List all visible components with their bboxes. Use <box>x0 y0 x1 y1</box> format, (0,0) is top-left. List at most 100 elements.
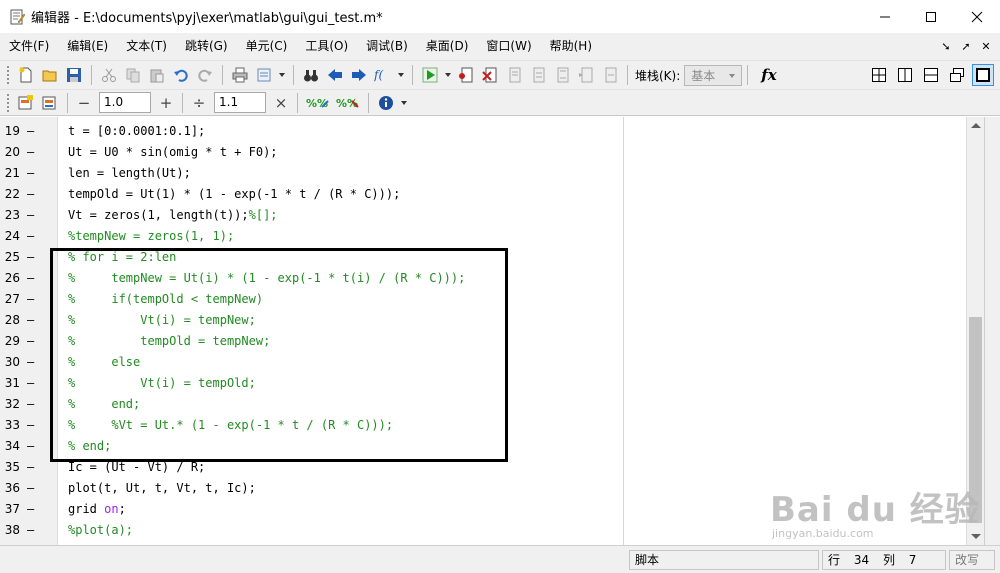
split-vertical-icon <box>898 68 912 82</box>
breakpoint-marker[interactable]: – <box>27 499 34 520</box>
clear-breakpoint-icon <box>482 67 497 83</box>
exit-debug-button[interactable] <box>600 65 620 85</box>
minus-icon[interactable]: − <box>75 94 93 112</box>
menu-tools[interactable]: 工具(O) <box>296 33 357 60</box>
save-button[interactable] <box>64 65 84 85</box>
toolbar-separator <box>368 92 369 113</box>
line-number: 26 <box>4 271 20 285</box>
go-back-button[interactable] <box>325 65 345 85</box>
comment-button[interactable]: %% <box>305 93 331 113</box>
step-in-button[interactable] <box>528 65 548 85</box>
go-forward-button[interactable] <box>349 65 369 85</box>
breakpoint-marker[interactable]: – <box>27 394 34 415</box>
breakpoint-marker[interactable]: – <box>27 226 34 247</box>
function-button[interactable]: f( <box>373 65 393 85</box>
multiply-icon[interactable]: × <box>272 94 290 112</box>
code-text: tempOld = Ut(1) * (1 - exp(-1 * t / (R *… <box>68 184 400 205</box>
code-line[interactable]: 24– %tempNew = zeros(1, 1); <box>0 226 966 247</box>
menu-help[interactable]: 帮助(H) <box>541 33 601 60</box>
evaluate-cell-button[interactable] <box>40 93 60 113</box>
set-breakpoint-button[interactable] <box>456 65 476 85</box>
toolbar-grip[interactable] <box>6 65 10 85</box>
chevron-down-icon[interactable] <box>279 73 285 77</box>
breakpoint-marker[interactable]: – <box>27 289 34 310</box>
chevron-down-icon[interactable] <box>398 73 404 77</box>
redo-button[interactable] <box>195 65 215 85</box>
split-horizontal-button[interactable] <box>920 64 942 86</box>
find-button[interactable] <box>301 65 321 85</box>
clear-breakpoints-button[interactable] <box>480 65 500 85</box>
code-editor[interactable]: 19– t = [0:0.0001:0.1]; 20– Ut = U0 * sin(o… <box>0 117 966 545</box>
dock-arrow-icon[interactable]: ➘ <box>936 40 956 53</box>
find-files-button[interactable] <box>254 65 274 85</box>
open-folder-button[interactable] <box>40 65 60 85</box>
menu-desktop[interactable]: 桌面(D) <box>417 33 478 60</box>
menu-debug[interactable]: 调试(B) <box>357 33 417 60</box>
close-button[interactable] <box>954 0 1000 33</box>
cut-button[interactable] <box>99 65 119 85</box>
uncomment-button[interactable]: %% <box>335 93 361 113</box>
minimize-button[interactable] <box>862 0 908 33</box>
menu-cell[interactable]: 单元(C) <box>237 33 297 60</box>
help-info-button[interactable] <box>376 93 396 113</box>
breakpoint-marker[interactable]: – <box>27 205 34 226</box>
breakpoint-marker[interactable]: – <box>27 436 34 457</box>
breakpoint-marker[interactable]: – <box>27 163 34 184</box>
percent-uncomment-icon: %% <box>336 97 359 110</box>
breakpoint-marker[interactable]: – <box>27 184 34 205</box>
code-line[interactable]: 22– tempOld = Ut(1) * (1 - exp(-1 * t / (… <box>0 184 966 205</box>
breakpoint-marker[interactable]: – <box>27 520 34 541</box>
menu-close-icon[interactable]: ✕ <box>976 40 996 53</box>
menu-edit[interactable]: 编辑(E) <box>58 33 117 60</box>
divide-icon[interactable]: ÷ <box>190 94 208 112</box>
fx-button[interactable]: fx <box>761 66 776 84</box>
run-button[interactable] <box>420 65 440 85</box>
chevron-down-icon[interactable] <box>401 100 407 105</box>
code-line[interactable]: 19– t = [0:0.0001:0.1]; <box>0 121 966 142</box>
insert-cell-button[interactable] <box>16 93 36 113</box>
new-file-button[interactable] <box>16 65 36 85</box>
breakpoint-marker[interactable]: – <box>27 331 34 352</box>
code-line[interactable]: 23– Vt = zeros(1, length(t));%[]; <box>0 205 966 226</box>
split-vertical-button[interactable] <box>894 64 916 86</box>
breakpoint-marker[interactable]: – <box>27 268 34 289</box>
continue-button[interactable] <box>576 65 596 85</box>
menu-text[interactable]: 文本(T) <box>117 33 176 60</box>
breakpoint-marker[interactable]: – <box>27 457 34 478</box>
code-line[interactable]: 21– len = length(Ut); <box>0 163 966 184</box>
maximize-button[interactable] <box>908 0 954 33</box>
step-button[interactable] <box>504 65 524 85</box>
code-line[interactable]: 20– Ut = U0 * sin(omig * t + F0); <box>0 142 966 163</box>
float-layout-button[interactable] <box>946 64 968 86</box>
stack-select[interactable]: 基本 <box>684 64 743 86</box>
vertical-scrollbar[interactable] <box>966 117 984 545</box>
paste-button[interactable] <box>147 65 167 85</box>
menu-window[interactable]: 窗口(W) <box>477 33 540 60</box>
undock-arrow-icon[interactable]: ➚ <box>956 40 976 53</box>
plus-icon[interactable]: + <box>157 94 175 112</box>
step-icon <box>509 67 521 83</box>
step-out-button[interactable] <box>552 65 572 85</box>
breakpoint-marker[interactable]: – <box>27 121 34 142</box>
decrement-value-input[interactable]: 1.0 <box>99 92 151 113</box>
copy-button[interactable] <box>123 65 143 85</box>
breakpoint-marker[interactable]: – <box>27 352 34 373</box>
menu-file[interactable]: 文件(F) <box>0 33 58 60</box>
printer-icon <box>232 67 248 83</box>
scroll-up-icon[interactable] <box>971 123 981 128</box>
breakpoint-marker[interactable]: – <box>27 478 34 499</box>
breakpoint-marker[interactable]: – <box>27 142 34 163</box>
breakpoint-marker[interactable]: – <box>27 415 34 436</box>
print-button[interactable] <box>230 65 250 85</box>
undo-button[interactable] <box>171 65 191 85</box>
toolbar-grip[interactable] <box>6 92 10 113</box>
code-statement: t = [0:0.0001:0.1]; <box>68 124 206 138</box>
chevron-down-icon[interactable] <box>445 73 451 77</box>
divide-value-input[interactable]: 1.1 <box>214 92 266 113</box>
tile-layout-button[interactable] <box>868 64 890 86</box>
breakpoint-marker[interactable]: – <box>27 373 34 394</box>
breakpoint-marker[interactable]: – <box>27 310 34 331</box>
maximize-layout-button[interactable] <box>972 64 994 86</box>
breakpoint-marker[interactable]: – <box>27 247 34 268</box>
menu-go[interactable]: 跳转(G) <box>176 33 237 60</box>
